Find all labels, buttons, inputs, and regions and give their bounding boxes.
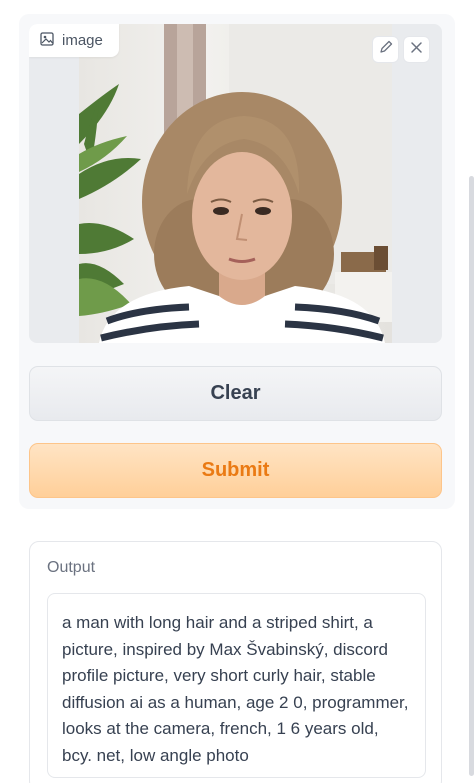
edit-button[interactable]: [372, 36, 399, 63]
page-scrollbar[interactable]: [469, 176, 474, 776]
image-label-text: image: [62, 32, 103, 49]
pencil-icon: [379, 40, 393, 59]
output-textbox[interactable]: a man with long hair and a striped shirt…: [47, 593, 426, 778]
output-panel: Output a man with long hair and a stripe…: [29, 541, 442, 783]
close-icon: [410, 41, 423, 59]
portrait-illustration: [79, 24, 392, 343]
image-icon: [40, 31, 54, 50]
close-button[interactable]: [403, 36, 430, 63]
clear-button[interactable]: Clear: [29, 366, 442, 421]
uploaded-photo: [79, 24, 392, 343]
image-label: image: [29, 24, 119, 57]
output-label: Output: [47, 559, 96, 576]
submit-button[interactable]: Submit: [29, 443, 442, 498]
image-input[interactable]: image: [29, 24, 442, 343]
